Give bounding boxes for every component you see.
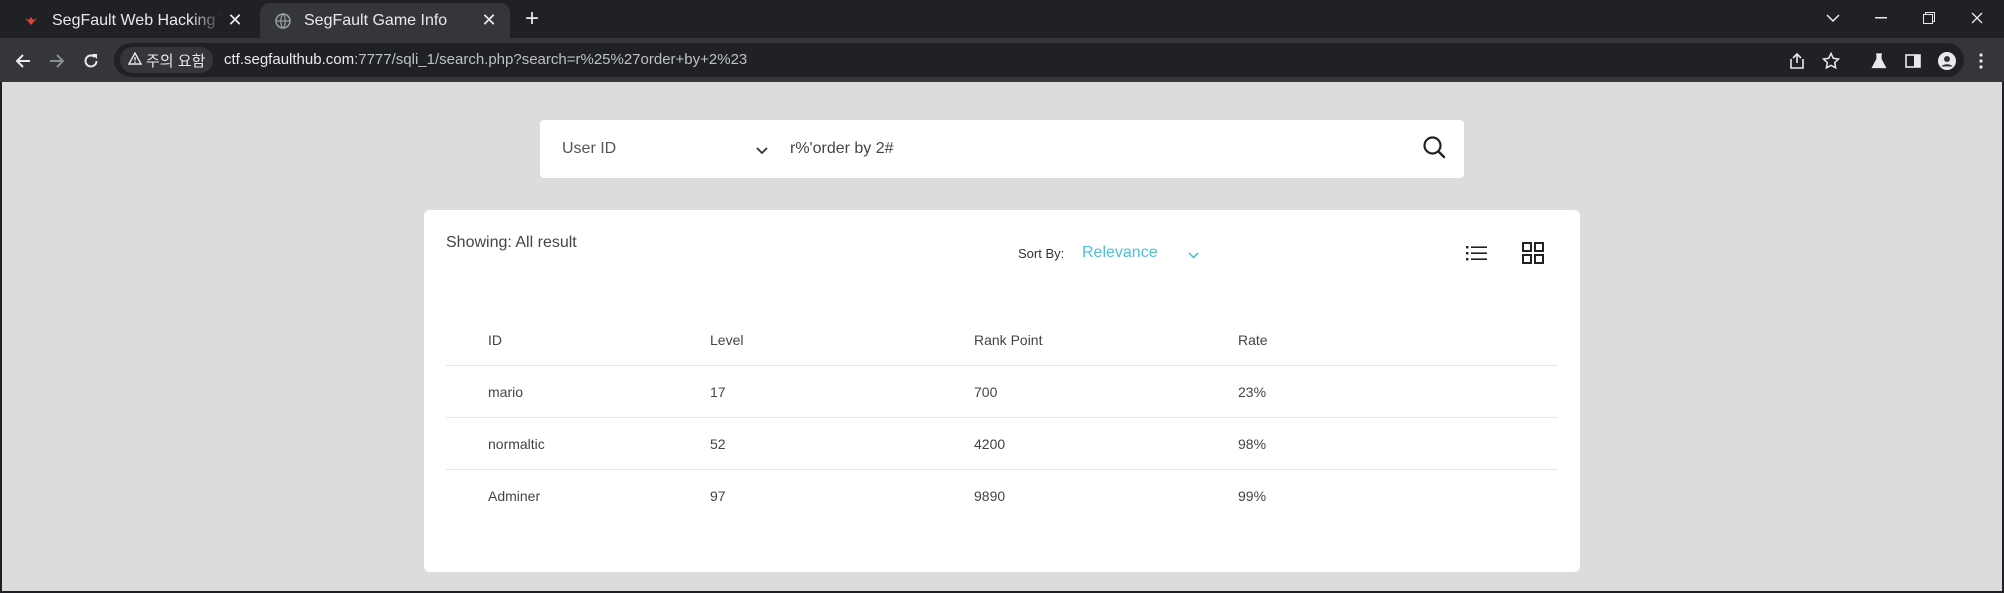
column-header-rank-point: Rank Point [974,331,1043,348]
url-text[interactable]: ctf.segfaulthub.com:7777/sqli_1/search.p… [224,51,747,68]
cell-rank-point: 4200 [974,435,1006,452]
cell-rate: 23% [1238,383,1267,400]
search-bar: User ID [540,120,1464,178]
search-type-select[interactable]: User ID [540,120,782,178]
chevron-down-icon [756,142,768,160]
results-panel: Showing: All result Sort By: Relevance I… [424,210,1580,572]
page-viewport: User ID Showing: All result Sort By: Rel… [2,82,2002,591]
forward-icon[interactable] [44,48,70,74]
grid-view-icon[interactable] [1520,240,1546,266]
cell-level: 52 [710,435,726,452]
globe-icon [274,12,292,30]
more-menu-icon[interactable] [1968,48,1994,74]
search-icon [1422,135,1446,164]
side-panel-icon[interactable] [1900,48,1926,74]
cell-id: normaltic [488,435,545,452]
close-tab-icon[interactable]: ✕ [478,10,500,32]
security-indicator[interactable]: 주의 요함 [120,47,214,73]
close-tab-icon[interactable]: ✕ [224,10,246,32]
browser-toolbar: 주의 요함 ctf.segfaulthub.com:7777/sqli_1/se… [0,38,2004,82]
sort-by-select[interactable]: Relevance [1082,244,1158,262]
tab-segfault-training[interactable]: SegFault Web Hacking Trai ✕ [8,3,256,38]
cell-id: mario [488,383,524,400]
tab-segfault-game-info[interactable]: SegFault Game Info ✕ [260,3,510,38]
search-input[interactable] [782,128,1404,170]
bookmark-star-icon[interactable] [1818,48,1844,74]
minimize-icon[interactable] [1858,4,1904,32]
tab-strip: SegFault Web Hacking Trai ✕ SegFault Gam… [0,0,2004,38]
back-icon[interactable] [10,48,36,74]
table-header-row: ID Level Rank Point Rate [446,314,1558,366]
results-table: ID Level Rank Point Rate mario 17 700 23… [446,314,1558,521]
search-button[interactable] [1404,120,1464,178]
cell-rank-point: 9890 [974,487,1006,504]
reload-icon[interactable] [78,48,104,74]
cell-rate: 98% [1238,435,1267,452]
search-type-label: User ID [562,140,617,157]
url-host: ctf.segfaulthub.com [224,51,355,68]
sort-by-label: Sort By: [1018,246,1065,261]
tab-search-icon[interactable] [1810,4,1856,32]
chevron-down-icon[interactable] [1188,246,1199,264]
url-path: :7777/sqli_1/search.php?search=r%25%27or… [354,51,748,68]
cell-id: Adminer [488,487,541,504]
column-header-id: ID [488,331,502,348]
security-label: 주의 요함 [146,52,206,70]
tab-title: SegFault Web Hacking Trai [52,11,224,29]
close-window-icon[interactable] [1954,4,2000,32]
segfault-logo-icon [22,12,40,30]
tab-title: SegFault Game Info [304,11,448,29]
restore-icon[interactable] [1906,4,1952,32]
cell-rank-point: 700 [974,383,998,400]
address-bar[interactable]: 주의 요함 ctf.segfaulthub.com:7777/sqli_1/se… [114,43,1964,77]
share-icon[interactable] [1784,48,1810,74]
table-row: mario 17 700 23% [446,366,1558,418]
list-view-icon[interactable] [1464,240,1490,266]
labs-flask-icon[interactable] [1866,48,1892,74]
table-row: Adminer 97 9890 99% [446,470,1558,521]
table-row: normaltic 52 4200 98% [446,418,1558,470]
cell-rate: 99% [1238,487,1267,504]
warning-icon [127,51,143,69]
cell-level: 97 [710,487,726,504]
profile-avatar-icon[interactable] [1934,48,1960,74]
cell-level: 17 [710,383,726,400]
column-header-level: Level [710,331,744,348]
new-tab-icon[interactable]: + [520,7,544,32]
showing-label: Showing: All result [446,234,577,251]
column-header-rate: Rate [1238,331,1268,348]
